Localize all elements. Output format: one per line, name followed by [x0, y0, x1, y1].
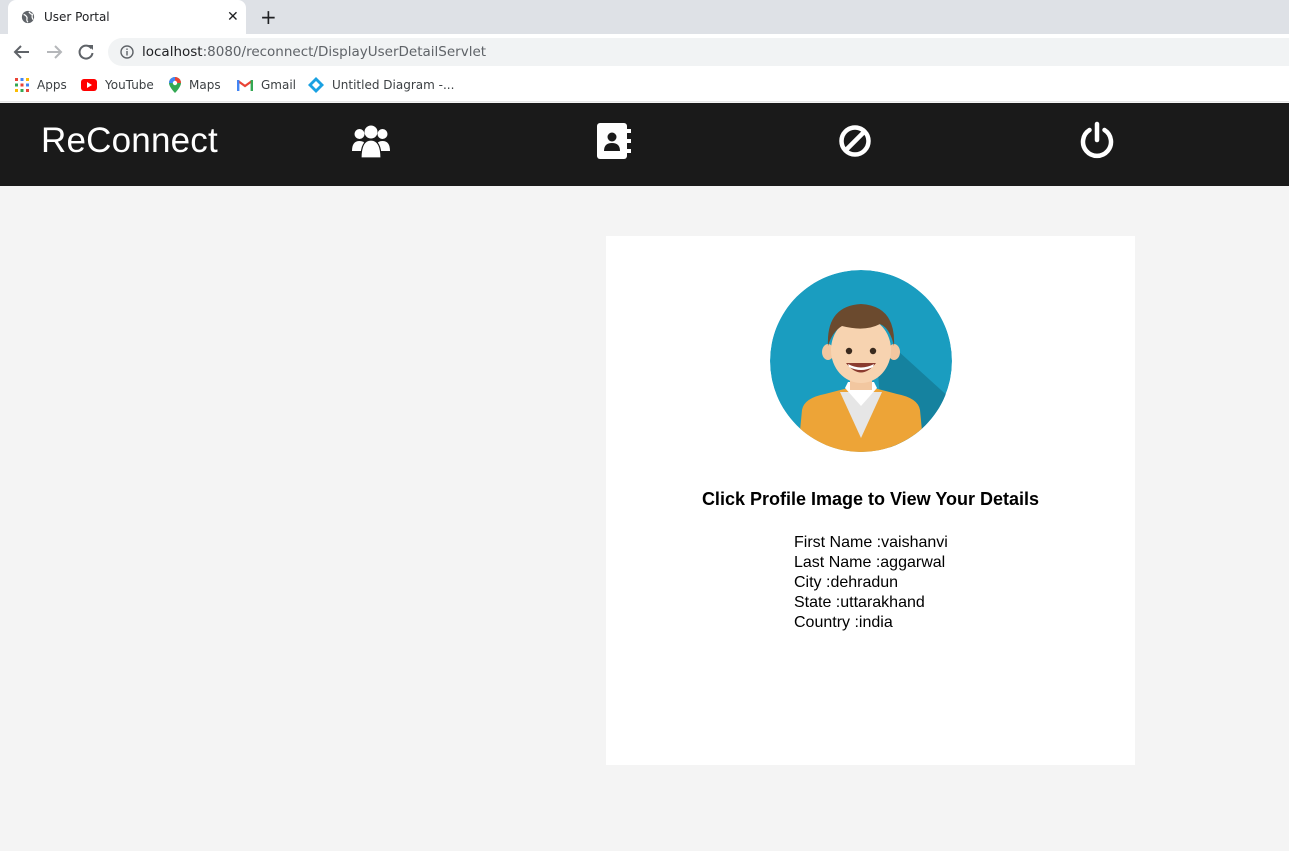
globe-icon	[21, 10, 35, 24]
users-icon[interactable]	[351, 121, 391, 161]
brand-logo-text[interactable]: ReConnect	[41, 121, 218, 161]
bookmark-gmail[interactable]: Gmail	[237, 77, 296, 93]
bookmark-untitled-diagram[interactable]: Untitled Diagram -...	[308, 77, 454, 93]
url-text[interactable]: localhost:8080/reconnect/DisplayUserDeta…	[142, 44, 486, 60]
forward-arrow-icon[interactable]	[44, 42, 64, 62]
maps-pin-icon	[169, 77, 181, 93]
new-tab-button[interactable]: +	[260, 5, 277, 29]
gmail-icon	[237, 80, 253, 91]
detail-value: dehradun	[830, 574, 899, 591]
ban-icon[interactable]	[835, 121, 875, 161]
diagram-icon	[308, 77, 324, 93]
user-details-list: First Name :vaishanvi Last Name :aggarwa…	[794, 533, 948, 633]
youtube-icon	[81, 79, 97, 91]
url-path: :8080/reconnect/DisplayUserDetailServlet	[202, 44, 487, 60]
detail-country: Country :india	[794, 614, 893, 631]
profile-heading: Click Profile Image to View Your Details	[701, 489, 1040, 509]
profile-avatar-image[interactable]	[770, 270, 952, 452]
detail-value: uttarakhand	[840, 594, 925, 611]
detail-value: aggarwal	[880, 554, 946, 571]
bookmark-label: YouTube	[105, 78, 154, 92]
detail-label: Country	[794, 614, 851, 631]
browser-tab[interactable]: User Portal ✕	[8, 0, 246, 34]
detail-value: india	[858, 614, 893, 631]
bookmark-apps[interactable]: Apps	[15, 77, 67, 93]
detail-city: City :dehradun	[794, 574, 899, 591]
tab-title: User Portal	[44, 10, 110, 24]
detail-label: Last Name	[794, 554, 872, 571]
url-host: localhost	[142, 44, 203, 60]
bookmark-youtube[interactable]: YouTube	[81, 77, 154, 93]
apps-grid-icon	[15, 78, 29, 92]
bookmarks-bar: Apps YouTube Maps Gmail Untitled Diagram…	[0, 70, 1289, 102]
detail-first-name: First Name :vaishanvi	[794, 534, 948, 551]
address-book-icon[interactable]	[594, 121, 634, 161]
tab-close-icon[interactable]: ✕	[227, 8, 239, 26]
address-bar[interactable]: localhost:8080/reconnect/DisplayUserDeta…	[108, 38, 1289, 66]
profile-card: Click Profile Image to View Your Details…	[606, 236, 1135, 765]
detail-state: State :uttarakhand	[794, 594, 925, 611]
bookmark-label: Untitled Diagram -...	[332, 78, 455, 92]
back-arrow-icon[interactable]	[12, 42, 32, 62]
detail-label: State	[794, 594, 832, 611]
reload-icon[interactable]	[76, 42, 96, 62]
browser-tab-strip: User Portal ✕ +	[0, 0, 1289, 34]
detail-label: First Name	[794, 534, 873, 551]
browser-toolbar: localhost:8080/reconnect/DisplayUserDeta…	[0, 34, 1289, 70]
power-icon[interactable]	[1077, 121, 1117, 161]
detail-label: City	[794, 574, 822, 591]
bookmark-label: Gmail	[261, 78, 297, 92]
info-icon[interactable]	[120, 45, 134, 59]
app-navbar: ReConnect	[0, 103, 1289, 186]
detail-last-name: Last Name :aggarwal	[794, 554, 946, 571]
bookmark-label: Apps	[37, 78, 67, 92]
bookmark-label: Maps	[189, 78, 221, 92]
detail-value: vaishanvi	[881, 534, 948, 551]
bookmark-maps[interactable]: Maps	[169, 77, 221, 93]
